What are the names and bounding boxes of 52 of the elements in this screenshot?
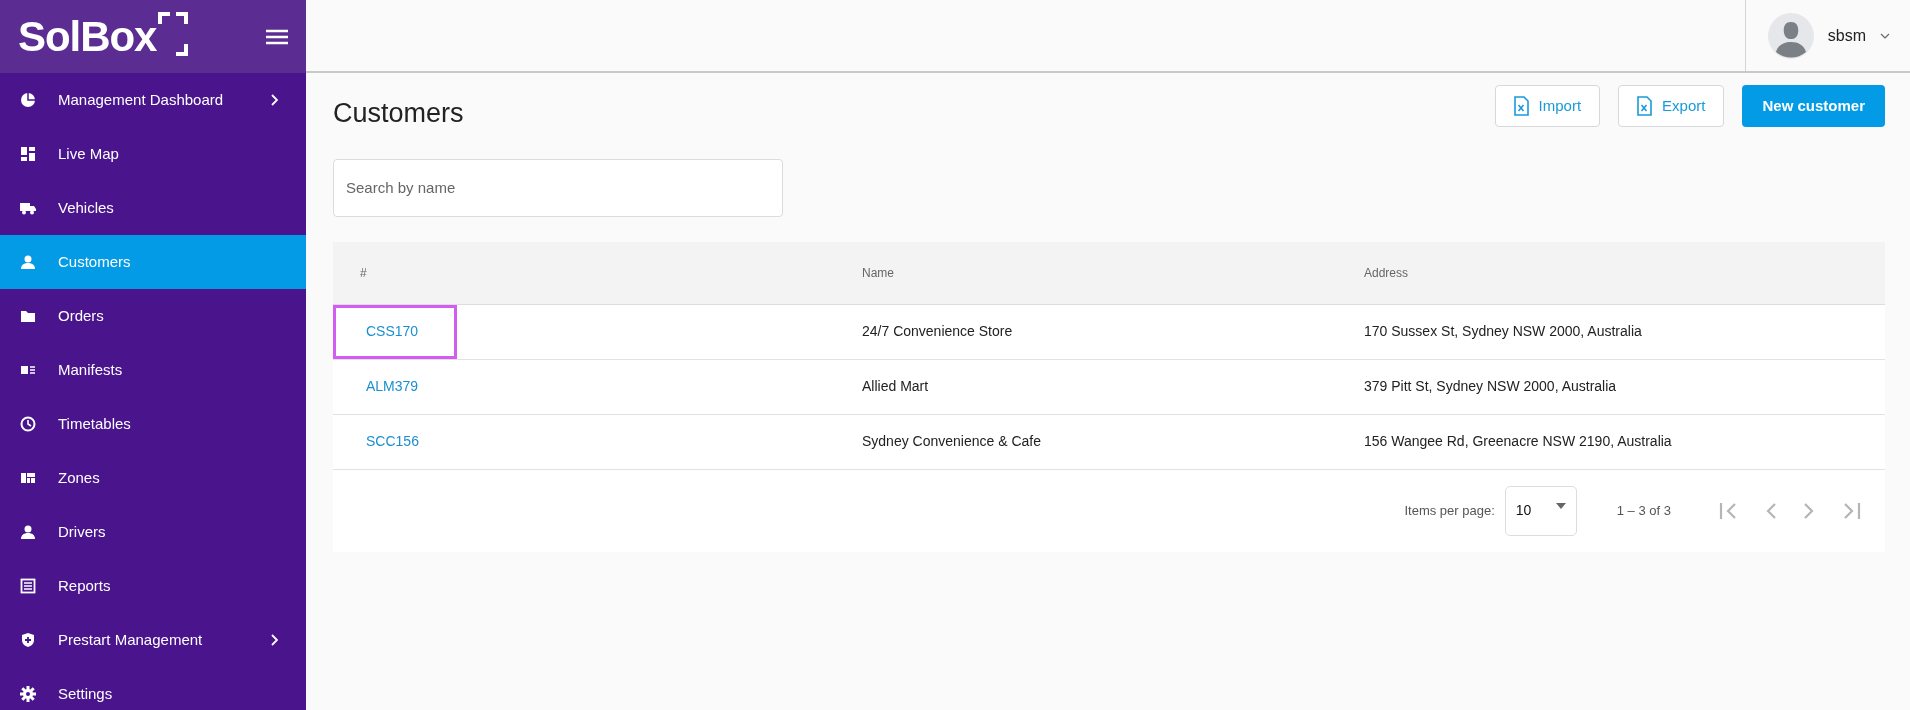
items-per-page-label: Items per page: — [1404, 501, 1495, 520]
column-header: # — [359, 264, 368, 282]
logo-text: SolBox — [18, 15, 157, 58]
page-title: Customers — [333, 97, 464, 130]
nav-item[interactable]: Drivers — [0, 505, 306, 559]
dashboard-icon — [20, 146, 36, 162]
avatar-icon — [1767, 12, 1814, 59]
customer-name: Sydney Convenience & Cafe — [862, 432, 1042, 451]
customer-address: 379 Pitt St, Sydney NSW 2000, Australia — [1364, 377, 1618, 396]
excel-file-icon — [1637, 96, 1653, 117]
truck-icon — [20, 200, 36, 216]
nav-item[interactable]: Manifests — [0, 343, 306, 397]
pie-chart-icon — [20, 92, 36, 108]
nav-item[interactable]: Settings — [0, 667, 306, 710]
nav-item[interactable]: Zones — [0, 451, 306, 505]
list-icon — [20, 578, 36, 594]
customer-address: 156 Wangee Rd, Greenacre NSW 2190, Australia — [1364, 432, 1673, 451]
dropdown-caret-icon — [1555, 502, 1566, 509]
first-page-icon[interactable] — [1719, 501, 1739, 520]
customer-name: Allied Mart — [862, 377, 930, 396]
customer-id-link[interactable]: SCC156 — [366, 431, 419, 452]
last-page-icon[interactable] — [1841, 501, 1861, 520]
column-header: Name — [862, 264, 895, 282]
chevron-down-icon — [1880, 32, 1890, 39]
page-size-select[interactable]: 10 — [1504, 485, 1577, 536]
customer-id-link[interactable]: ALM379 — [366, 376, 419, 397]
grid-icon — [20, 470, 36, 486]
search-field[interactable]: Search by name — [333, 158, 783, 217]
customer-address: 170 Sussex St, Sydney NSW 2000, Australia — [1364, 322, 1643, 341]
column-header: Address — [1364, 264, 1410, 282]
user-menu[interactable]: sbsm — [1744, 0, 1910, 71]
next-page-icon[interactable] — [1803, 501, 1815, 520]
customer-id-link[interactable]: CSS170 — [366, 321, 419, 342]
nav-item[interactable]: Timetables — [0, 397, 306, 451]
nav-item[interactable]: Orders — [0, 289, 306, 343]
shield-icon — [20, 632, 36, 648]
nav-item[interactable]: Vehicles — [0, 181, 306, 235]
excel-file-icon — [1513, 96, 1529, 117]
clock-icon — [20, 416, 36, 432]
nav-item[interactable]: Prestart Management — [0, 613, 306, 667]
person-icon — [20, 254, 36, 270]
page-range: 1 – 3 of 3 — [1616, 501, 1671, 520]
nav-item[interactable]: Reports — [0, 559, 306, 613]
previous-page-icon[interactable] — [1765, 501, 1777, 520]
logo-bracket-icon — [158, 11, 189, 56]
menu-icon[interactable] — [266, 28, 288, 45]
person-icon — [20, 524, 36, 540]
settings-icon — [20, 686, 36, 702]
folder-icon — [20, 308, 36, 324]
nav-item[interactable]: Live Map — [0, 127, 306, 181]
customer-name: 24/7 Convenience Store — [862, 322, 1014, 341]
nav-item[interactable]: Management Dashboard — [0, 73, 306, 127]
